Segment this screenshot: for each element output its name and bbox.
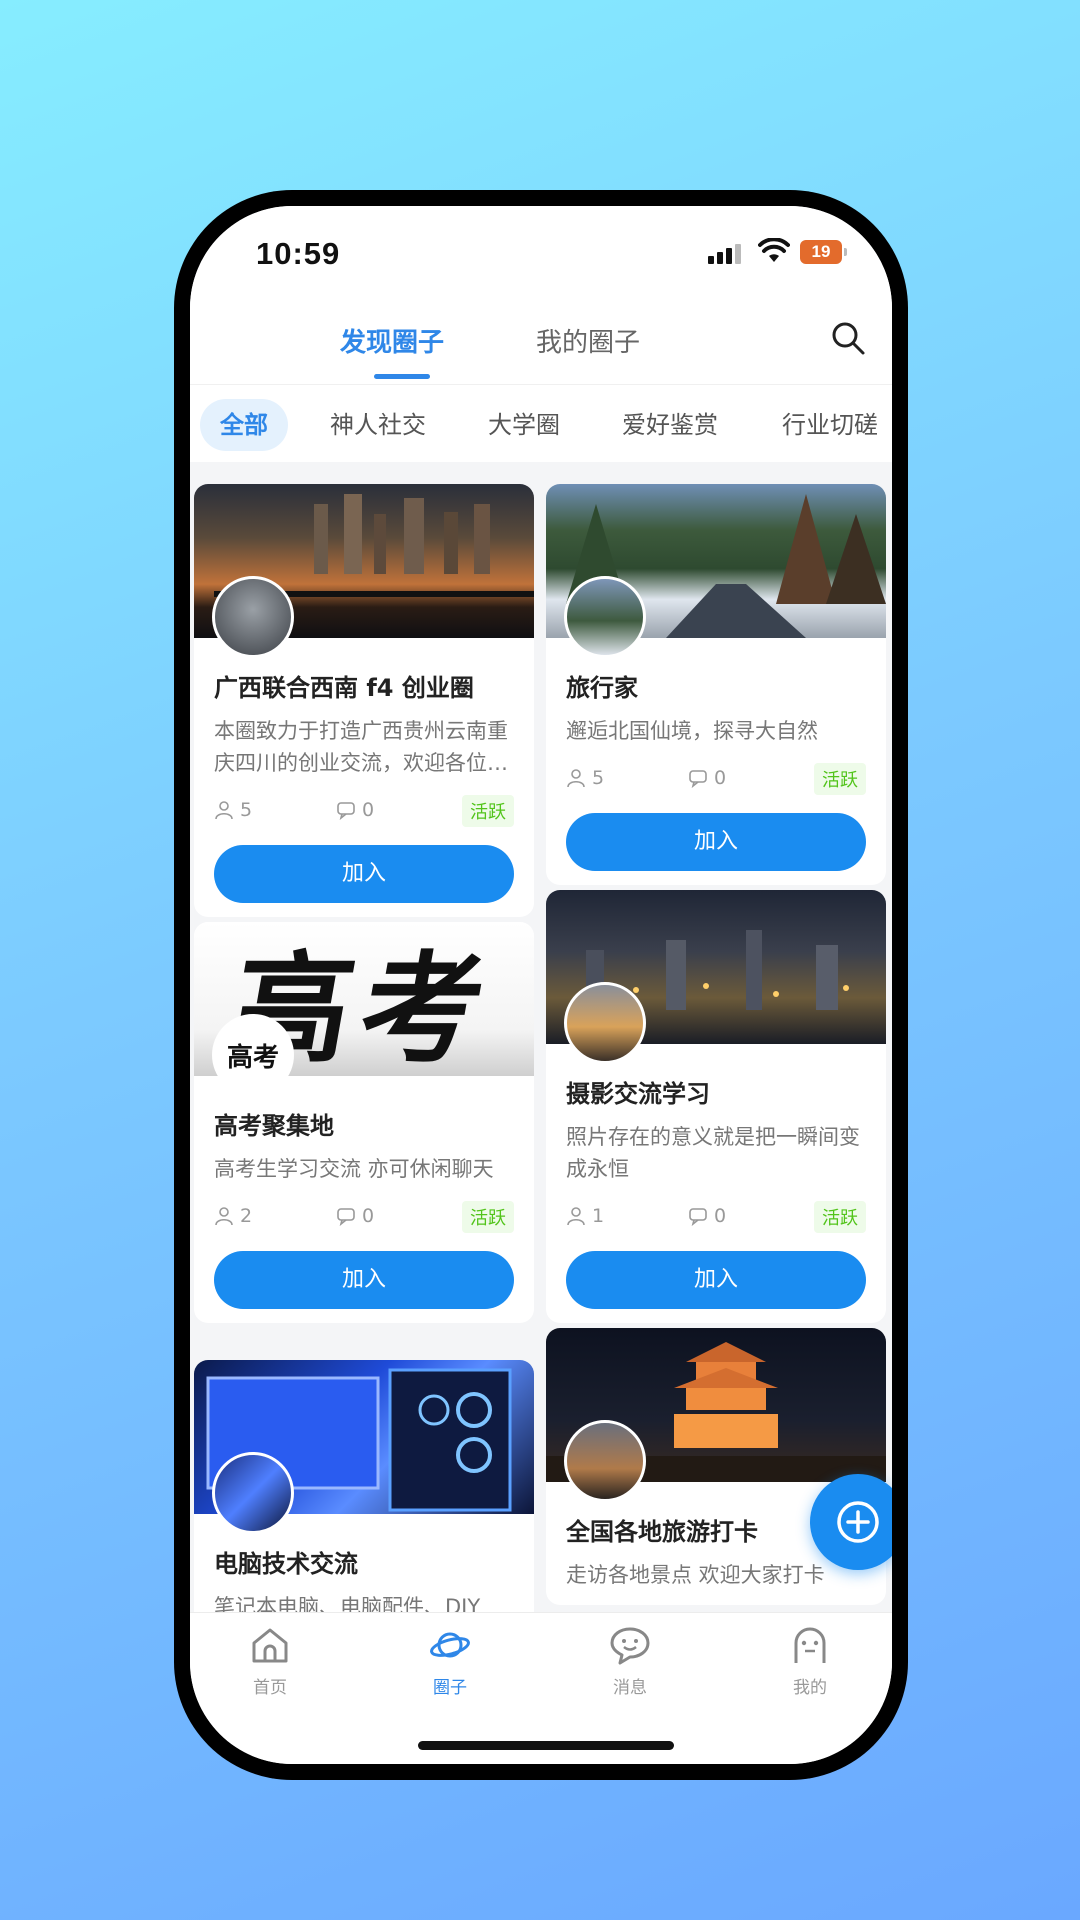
status-time: 10:59 [256, 236, 341, 271]
member-count: 1 [566, 1205, 604, 1227]
nav-messages[interactable]: 消息 [570, 1625, 690, 1698]
avatar [212, 1452, 294, 1534]
profile-icon [794, 1627, 826, 1663]
comment-icon [689, 770, 707, 788]
status-badge: 活跃 [814, 763, 866, 795]
member-count: 5 [566, 767, 604, 789]
signal-icon [708, 244, 741, 264]
card-title: 摄影交流学习 [566, 1080, 710, 1108]
join-button[interactable]: 加入 [566, 1251, 866, 1309]
planet-icon [430, 1632, 470, 1658]
post-count: 0 [688, 1205, 726, 1227]
comment-icon [689, 1208, 707, 1226]
phone-frame: 10:59 19 发现圈子 我的圈子 全部 神人社交 大学圈 爱好鉴赏 行业切磋… [174, 190, 908, 1780]
status-badge: 活跃 [814, 1201, 866, 1233]
nav-circles[interactable]: 圈子 [390, 1625, 510, 1698]
avatar [212, 576, 294, 658]
card-stats: 5 0 活跃 [566, 759, 866, 799]
card-stats: 1 0 活跃 [566, 1197, 866, 1237]
card-stats: 5 0 活跃 [214, 791, 514, 831]
wifi-icon [758, 238, 790, 262]
circle-card[interactable]: 高考 高考 高考聚集地 高考生学习交流 亦可休闲聊天 2 0 活跃 加入 [194, 922, 534, 1323]
tab-my-circles[interactable]: 我的圈子 [536, 322, 640, 359]
card-description: 照片存在的意义就是把一瞬间变成永恒 [566, 1125, 860, 1181]
member-count: 5 [214, 799, 252, 821]
avatar [564, 1420, 646, 1502]
tab-discover[interactable]: 发现圈子 [340, 322, 444, 359]
tab-indicator [374, 374, 430, 379]
card-stats: 2 0 活跃 [214, 1197, 514, 1237]
category-bar: 全部 神人社交 大学圈 爱好鉴赏 行业切磋 [190, 384, 892, 462]
user-icon [215, 801, 233, 820]
status-badge: 活跃 [462, 1201, 514, 1233]
avatar: 高考 [212, 1014, 294, 1096]
category-hobby[interactable]: 爱好鉴赏 [622, 399, 718, 451]
circle-card[interactable]: 摄影交流学习 照片存在的意义就是把一瞬间变成永恒 1 0 活跃 加入 [546, 890, 886, 1323]
comment-icon [337, 1208, 355, 1226]
join-button[interactable]: 加入 [566, 813, 866, 871]
card-description: 笔记本电脑、电脑配件、DIY [214, 1595, 481, 1612]
battery-icon: 19 [800, 240, 847, 264]
nav-home[interactable]: 首页 [210, 1625, 330, 1698]
card-description: 本圈致力于打造广西贵州云南重庆四川的创业交流，欢迎各位加入 [214, 719, 508, 775]
plus-circle-icon [837, 1501, 879, 1543]
category-all[interactable]: 全部 [200, 399, 288, 451]
card-title: 电脑技术交流 [214, 1550, 358, 1578]
card-title: 高考聚集地 [214, 1112, 334, 1140]
category-university[interactable]: 大学圈 [488, 399, 560, 451]
category-industry[interactable]: 行业切磋 [782, 399, 878, 451]
join-button[interactable]: 加入 [214, 845, 514, 903]
card-description: 走访各地景点 欢迎大家打卡 [566, 1563, 825, 1587]
card-title: 旅行家 [566, 674, 638, 702]
circle-card[interactable]: 电脑技术交流 笔记本电脑、电脑配件、DIY [194, 1360, 534, 1612]
user-icon [567, 1207, 585, 1226]
category-social[interactable]: 神人社交 [330, 399, 426, 451]
join-button[interactable]: 加入 [214, 1251, 514, 1309]
circle-card[interactable]: 旅行家 邂逅北国仙境，探寻大自然 5 0 活跃 加入 [546, 484, 886, 885]
post-count: 0 [688, 767, 726, 789]
post-count: 0 [336, 1205, 374, 1227]
home-indicator[interactable] [418, 1741, 674, 1750]
post-count: 0 [336, 799, 374, 821]
user-icon [567, 769, 585, 788]
status-badge: 活跃 [462, 795, 514, 827]
avatar [564, 982, 646, 1064]
member-count: 2 [214, 1205, 252, 1227]
app-screen: 10:59 19 发现圈子 我的圈子 全部 神人社交 大学圈 爱好鉴赏 行业切磋… [190, 206, 892, 1764]
message-icon [610, 1627, 650, 1665]
status-bar: 10:59 19 [190, 206, 892, 294]
comment-icon [337, 802, 355, 820]
card-description: 邂逅北国仙境，探寻大自然 [566, 719, 818, 743]
circle-card[interactable]: 广西联合西南 f4 创业圈 本圈致力于打造广西贵州云南重庆四川的创业交流，欢迎各… [194, 484, 534, 917]
avatar [564, 576, 646, 658]
top-tabs: 发现圈子 我的圈子 [190, 294, 892, 384]
bottom-nav: 首页 圈子 消息 我的 [190, 1612, 892, 1764]
card-title: 广西联合西南 f4 创业圈 [214, 674, 474, 702]
user-icon [215, 1207, 233, 1226]
search-icon[interactable] [830, 320, 866, 356]
circle-feed: 广西联合西南 f4 创业圈 本圈致力于打造广西贵州云南重庆四川的创业交流，欢迎各… [190, 462, 892, 1612]
nav-profile[interactable]: 我的 [750, 1625, 870, 1698]
home-icon [252, 1628, 288, 1663]
card-description: 高考生学习交流 亦可休闲聊天 [214, 1157, 494, 1181]
